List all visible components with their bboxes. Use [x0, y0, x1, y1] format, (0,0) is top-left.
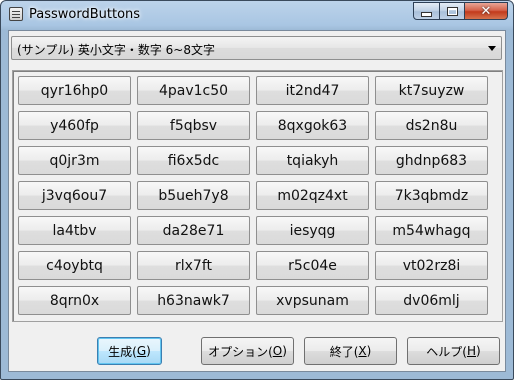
- help-button-label: ヘルプ(: [426, 344, 467, 359]
- generate-button-accesskey: G: [136, 344, 147, 358]
- options-button[interactable]: オプション(O): [201, 337, 294, 365]
- password-button[interactable]: b5ueh7y8: [137, 181, 250, 210]
- window-title: PasswordButtons: [29, 7, 141, 22]
- password-button[interactable]: qyr16hp0: [18, 76, 131, 105]
- password-button[interactable]: ds2n8u: [375, 111, 488, 140]
- options-button-suffix: ): [282, 344, 287, 358]
- password-button[interactable]: dv06mlj: [375, 286, 488, 315]
- exit-button[interactable]: 終了(X): [304, 337, 397, 365]
- maximize-icon: [446, 6, 458, 16]
- password-button[interactable]: kt7suyzw: [375, 76, 488, 105]
- password-button[interactable]: h63nawk7: [137, 286, 250, 315]
- preset-dropdown[interactable]: (サンプル) 英小文字・数字 6~8文字: [11, 36, 502, 60]
- title-bar[interactable]: PasswordButtons ✕: [1, 1, 513, 29]
- options-button-accesskey: O: [272, 344, 283, 358]
- password-button[interactable]: it2nd47: [256, 76, 369, 105]
- dropdown-arrow-icon: [488, 46, 496, 51]
- app-icon[interactable]: [9, 7, 23, 21]
- password-button[interactable]: 8qrn0x: [18, 286, 131, 315]
- password-button[interactable]: 7k3qbmdz: [375, 181, 488, 210]
- password-button[interactable]: fi6x5dc: [137, 146, 250, 175]
- generate-button-label: 生成(: [108, 344, 137, 359]
- password-button[interactable]: vt02rz8i: [375, 251, 488, 280]
- minimize-icon: [421, 12, 432, 17]
- password-button[interactable]: m02qz4xt: [256, 181, 369, 210]
- maximize-button[interactable]: [439, 2, 465, 20]
- exit-button-accesskey: X: [358, 344, 367, 358]
- password-button[interactable]: j3vq6ou7: [18, 181, 131, 210]
- password-button[interactable]: y460fp: [18, 111, 131, 140]
- password-button[interactable]: q0jr3m: [18, 146, 131, 175]
- minimize-button[interactable]: [413, 2, 440, 20]
- help-button[interactable]: ヘルプ(H): [407, 337, 500, 365]
- password-button[interactable]: c4oybtq: [18, 251, 131, 280]
- exit-button-label: 終了(: [329, 344, 359, 359]
- app-window: PasswordButtons ✕ (サンプル) 英小文字・数字 6~8文字 q…: [0, 0, 514, 380]
- password-button[interactable]: m54whagq: [375, 216, 488, 245]
- password-button[interactable]: la4tbv: [18, 216, 131, 245]
- password-button[interactable]: f5qbsv: [137, 111, 250, 140]
- generate-button-suffix: ): [146, 344, 151, 358]
- options-button-label: オプション(: [208, 344, 273, 359]
- close-button[interactable]: ✕: [464, 2, 508, 20]
- client-area: (サンプル) 英小文字・数字 6~8文字 qyr16hp0 4pav1c50 it2…: [8, 30, 506, 372]
- generate-button[interactable]: 生成(G): [97, 337, 162, 365]
- exit-button-suffix: ): [366, 344, 372, 358]
- password-button[interactable]: 4pav1c50: [137, 76, 250, 105]
- preset-dropdown-value: (サンプル) 英小文字・数字 6~8文字: [17, 43, 215, 57]
- close-icon: ✕: [480, 3, 492, 19]
- password-button[interactable]: da28e71: [137, 216, 250, 245]
- password-button[interactable]: tqiakyh: [256, 146, 369, 175]
- password-grid: qyr16hp0 4pav1c50 it2nd47 kt7suyzw y460fp f5q…: [18, 76, 488, 315]
- password-button[interactable]: rlx7ft: [137, 251, 250, 280]
- password-button[interactable]: r5c04e: [256, 251, 369, 280]
- help-button-suffix: ): [476, 344, 481, 358]
- help-button-accesskey: H: [466, 344, 477, 358]
- password-button[interactable]: 8qxgok63: [256, 111, 369, 140]
- password-button[interactable]: xvpsunam: [256, 286, 369, 315]
- password-button[interactable]: iesyqg: [256, 216, 369, 245]
- password-panel: qyr16hp0 4pav1c50 it2nd47 kt7suyzw y460fp f5q…: [12, 70, 503, 322]
- password-button[interactable]: ghdnp683: [375, 146, 488, 175]
